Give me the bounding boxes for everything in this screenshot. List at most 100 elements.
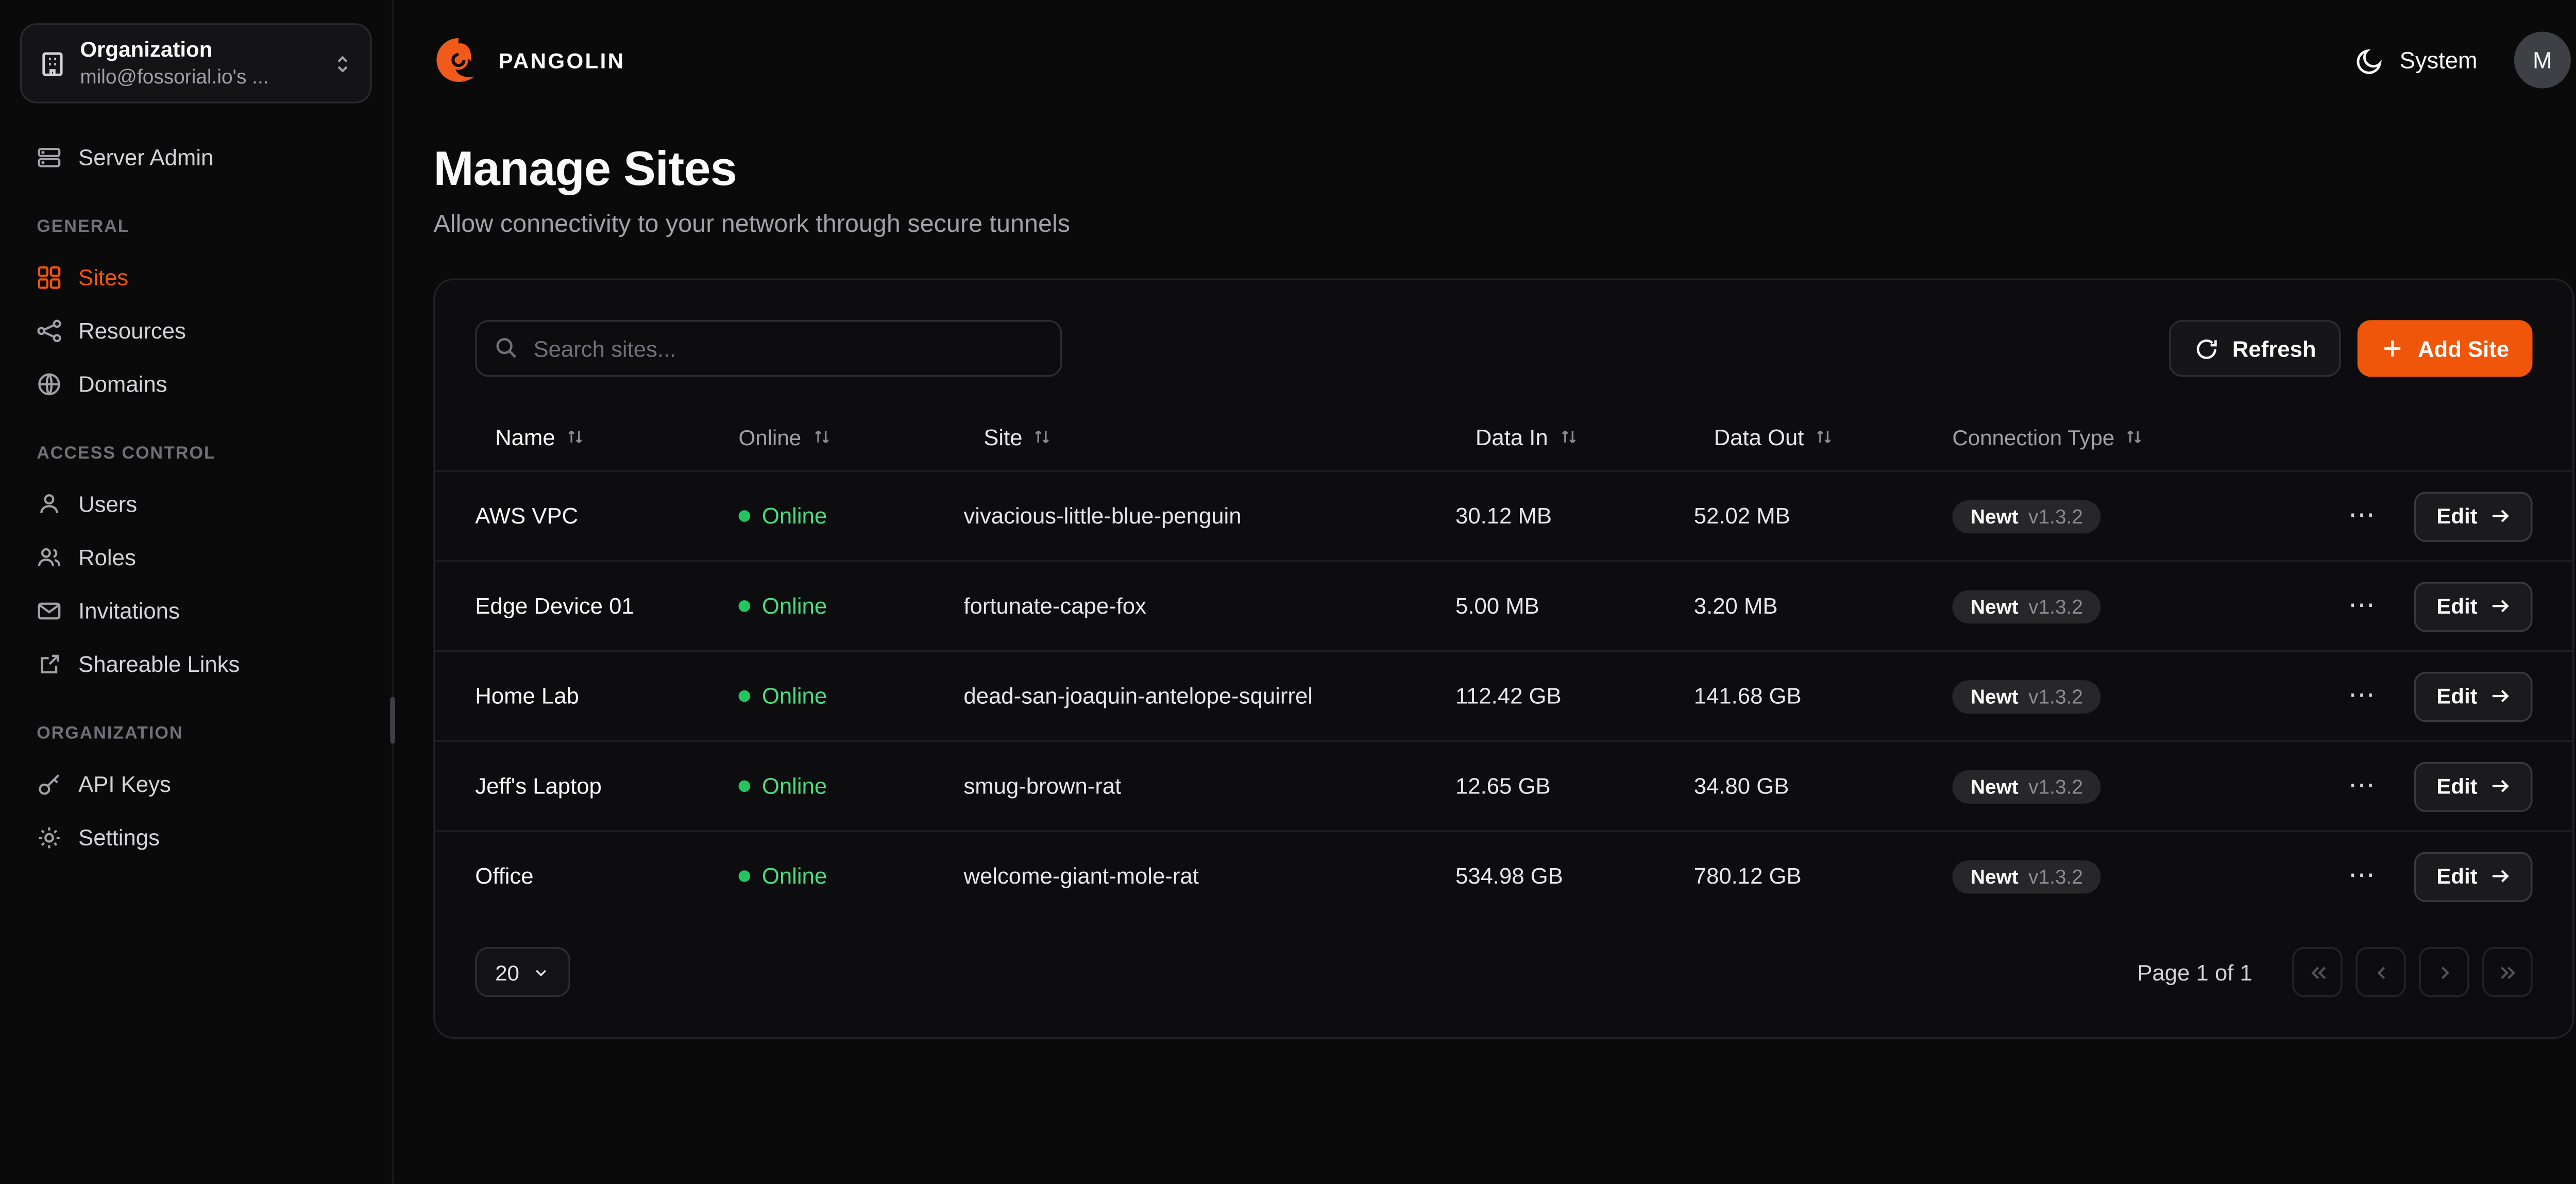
chevrons-up-down-icon	[332, 53, 353, 75]
sidebar-item-server-admin[interactable]: Server Admin	[20, 131, 372, 184]
table-row[interactable]: AWS VPC Online vivacious-little-blue-pen…	[435, 472, 2573, 562]
table-row[interactable]: Edge Device 01 Online fortunate-cape-fox…	[435, 562, 2573, 652]
column-label: Online	[739, 425, 802, 450]
sort-icon	[2125, 427, 2145, 447]
site-tunnel-name-cell: welcome-giant-mole-rat	[963, 864, 1455, 889]
edit-label: Edit	[2436, 684, 2477, 709]
edit-button[interactable]: Edit	[2415, 761, 2532, 811]
column-header-online[interactable]: Online	[739, 425, 832, 450]
site-status-cell: Online	[739, 864, 964, 889]
edit-label: Edit	[2436, 774, 2477, 799]
previous-page-button[interactable]	[2355, 947, 2405, 997]
row-menu-button[interactable]: ⋯	[2338, 586, 2386, 626]
topbar: PANGOLIN System M	[394, 0, 2576, 120]
first-page-button[interactable]	[2293, 947, 2343, 997]
table-header: Name Online Site Data In Data Out Connec…	[435, 403, 2573, 472]
sidebar-item-api-keys[interactable]: API Keys	[20, 758, 372, 811]
chevron-down-icon	[533, 963, 551, 982]
sidebar-item-domains[interactable]: Domains	[20, 358, 372, 411]
search-input[interactable]	[475, 320, 1062, 377]
mail-icon	[37, 599, 62, 624]
sort-icon	[1032, 427, 1053, 447]
connection-type-name: Newt	[1971, 506, 2019, 526]
site-status-cell: Online	[739, 684, 964, 709]
column-label: Data Out	[1694, 425, 1804, 450]
row-menu-button[interactable]: ⋯	[2338, 676, 2386, 716]
column-header-site[interactable]: Site	[963, 425, 1052, 450]
brand[interactable]: PANGOLIN	[433, 35, 625, 85]
last-page-button[interactable]	[2482, 947, 2532, 997]
edit-button[interactable]: Edit	[2415, 671, 2532, 721]
table-row[interactable]: Jeff's Laptop Online smug-brown-rat 12.6…	[435, 742, 2573, 832]
data-out-cell: 34.80 GB	[1694, 774, 1953, 799]
connection-type-cell: Newtv1.3.2	[1952, 499, 2326, 533]
column-label: Name	[475, 425, 555, 450]
sidebar-item-label: Settings	[78, 825, 160, 851]
row-menu-button[interactable]: ⋯	[2338, 856, 2386, 897]
data-in-cell: 112.42 GB	[1455, 684, 1694, 709]
sort-icon	[1558, 427, 1578, 447]
edit-button[interactable]: Edit	[2415, 491, 2532, 541]
sites-table: Name Online Site Data In Data Out Connec…	[435, 403, 2573, 920]
edit-label: Edit	[2436, 594, 2477, 619]
org-value: milo@fossorial.io's ...	[80, 65, 318, 91]
online-label: Online	[762, 503, 827, 529]
topbar-right: System M	[2356, 31, 2570, 88]
site-tunnel-name-cell: smug-brown-rat	[963, 774, 1455, 799]
theme-toggle[interactable]: System	[2356, 46, 2477, 74]
building-icon	[38, 49, 66, 78]
avatar[interactable]: M	[2514, 31, 2571, 88]
sidebar-item-resources[interactable]: Resources	[20, 305, 372, 358]
data-out-cell: 3.20 MB	[1694, 594, 1953, 619]
sort-icon	[811, 427, 832, 447]
gear-icon	[37, 825, 62, 851]
column-header-data-in[interactable]: Data In	[1455, 425, 1578, 450]
sidebar-item-shareable-links[interactable]: Shareable Links	[20, 638, 372, 691]
connection-type-cell: Newtv1.3.2	[1952, 680, 2326, 713]
table-row[interactable]: Home Lab Online dead-san-joaquin-antelop…	[435, 652, 2573, 742]
online-dot-icon	[739, 870, 751, 882]
page-size-select[interactable]: 20	[475, 947, 571, 997]
refresh-button[interactable]: Refresh	[2169, 320, 2341, 377]
column-header-data-out[interactable]: Data Out	[1694, 425, 1834, 450]
user-icon	[37, 492, 62, 517]
connection-type-badge: Newtv1.3.2	[1952, 859, 2101, 893]
org-switcher[interactable]: Organization milo@fossorial.io's ...	[20, 23, 372, 104]
pangolin-logo-icon	[433, 35, 483, 85]
edit-label: Edit	[2436, 503, 2477, 529]
row-menu-button[interactable]: ⋯	[2338, 496, 2386, 536]
sidebar-item-label: Shareable Links	[78, 652, 240, 677]
moon-icon	[2356, 46, 2384, 74]
row-menu-button[interactable]: ⋯	[2338, 766, 2386, 806]
sidebar-item-settings[interactable]: Settings	[20, 811, 372, 865]
edit-button[interactable]: Edit	[2415, 851, 2532, 901]
sidebar-item-roles[interactable]: Roles	[20, 531, 372, 585]
table-row[interactable]: Office Online welcome-giant-mole-rat 534…	[435, 832, 2573, 921]
sidebar: Organization milo@fossorial.io's ... Ser…	[0, 0, 394, 1184]
column-header-name[interactable]: Name	[475, 425, 585, 450]
sidebar-item-label: Users	[78, 492, 137, 517]
card-toolbar: Refresh Add Site	[435, 280, 2573, 384]
edit-button[interactable]: Edit	[2415, 581, 2532, 631]
next-page-button[interactable]	[2419, 947, 2469, 997]
app-root: Organization milo@fossorial.io's ... Ser…	[0, 0, 2576, 1184]
sidebar-item-label: API Keys	[78, 772, 171, 797]
sidebar-resize-handle[interactable]	[390, 697, 395, 744]
connection-type-version: v1.3.2	[2028, 596, 2083, 616]
page-info: Page 1 of 1	[2137, 959, 2252, 985]
online-label: Online	[762, 594, 827, 619]
sidebar-item-label: Sites	[78, 265, 128, 290]
sidebar-item-sites[interactable]: Sites	[20, 251, 372, 305]
sidebar-item-users[interactable]: Users	[20, 478, 372, 531]
site-name-cell: Jeff's Laptop	[475, 774, 738, 799]
site-name-cell: Home Lab	[475, 684, 738, 709]
column-label: Connection Type	[1952, 425, 2114, 450]
site-name-cell: Office	[475, 864, 738, 889]
column-header-connection-type[interactable]: Connection Type	[1952, 425, 2144, 450]
connection-type-badge: Newtv1.3.2	[1952, 499, 2101, 533]
sidebar-item-invitations[interactable]: Invitations	[20, 584, 372, 638]
add-site-button[interactable]: Add Site	[2358, 320, 2532, 377]
data-out-cell: 780.12 GB	[1694, 864, 1953, 889]
connection-type-cell: Newtv1.3.2	[1952, 769, 2326, 803]
connection-type-badge: Newtv1.3.2	[1952, 680, 2101, 713]
